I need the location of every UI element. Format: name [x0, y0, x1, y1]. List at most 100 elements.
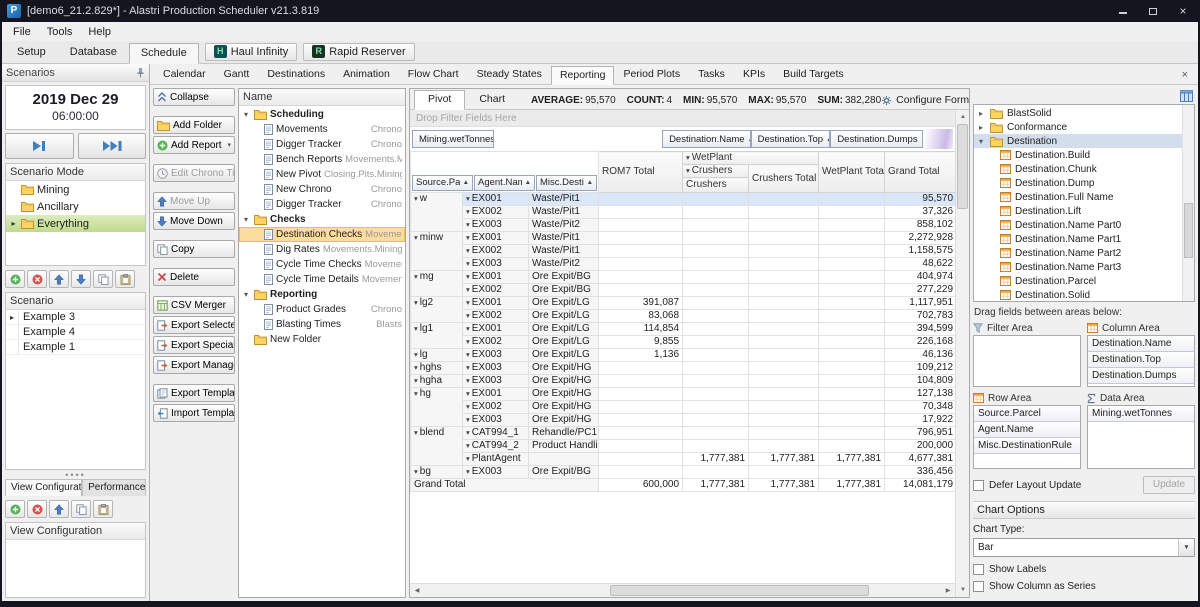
scenario-row-example-4[interactable]: Example 4 — [6, 325, 145, 340]
data-cell[interactable] — [683, 193, 749, 206]
area-field-misc-destinationrule[interactable]: Misc.DestinationRule — [974, 438, 1080, 454]
data-cell[interactable] — [599, 193, 683, 206]
collapse-icon[interactable]: ▾ — [414, 363, 418, 372]
data-cell[interactable]: 14,081,179 — [885, 479, 957, 492]
data-cell[interactable]: 200,000 — [885, 440, 957, 453]
area-row-box[interactable]: Source.ParcelAgent.NameMisc.DestinationR… — [973, 405, 1081, 469]
data-cell[interactable]: 104,809 — [885, 375, 957, 388]
pin-icon[interactable] — [136, 67, 145, 78]
row-header-agent[interactable]: ▾EX001 — [463, 193, 529, 206]
row-header-agent[interactable]: ▾CAT994_1 — [463, 427, 529, 440]
collapse-icon[interactable]: ▾ — [466, 311, 470, 320]
data-cell[interactable] — [819, 232, 885, 245]
data-cell[interactable]: 17,922 — [885, 414, 957, 427]
data-cell[interactable] — [683, 206, 749, 219]
pivot-tab-pivot[interactable]: Pivot — [414, 90, 465, 110]
data-cell[interactable] — [749, 427, 819, 440]
maximize-button[interactable] — [1138, 0, 1168, 22]
collapse-icon[interactable]: ▾ — [414, 350, 418, 359]
data-cell[interactable]: 127,138 — [885, 388, 957, 401]
data-cell[interactable] — [599, 375, 683, 388]
collapse-icon[interactable]: ▾ — [466, 324, 470, 333]
expander-icon[interactable]: ▾ — [976, 137, 986, 146]
data-cell[interactable] — [749, 440, 819, 453]
col-header-wetplant-total[interactable]: WetPlant Total — [819, 152, 885, 193]
collapse-icon[interactable]: ▾ — [466, 285, 470, 294]
data-cell[interactable] — [599, 206, 683, 219]
data-cell[interactable] — [819, 401, 885, 414]
column-chip-destination-top[interactable]: Destination.Top▲ — [751, 130, 831, 148]
area-filter-box[interactable] — [973, 335, 1081, 387]
tree-report-blasting-times[interactable]: Blasting TimesBlasts — [239, 317, 405, 332]
tree-report-movements[interactable]: MovementsChrono — [239, 122, 405, 137]
data-cell[interactable]: 37,326 — [885, 206, 957, 219]
data-cell[interactable]: 336,456 — [885, 466, 957, 479]
delete-button[interactable]: Delete — [153, 268, 235, 286]
area-field-agent-name[interactable]: Agent.Name — [974, 422, 1080, 438]
vertical-scrollbar[interactable]: ▲ ▼ — [955, 110, 969, 597]
menu-help[interactable]: Help — [80, 24, 119, 40]
scenario-mode-everything[interactable]: ▸Everything — [6, 215, 145, 232]
area-data-box[interactable]: Mining.wetTonnes — [1087, 405, 1195, 469]
data-cell[interactable]: 83,068 — [599, 310, 683, 323]
row-header-destination[interactable]: Ore Expit/LG — [529, 336, 599, 349]
csv-merger-button[interactable]: CSV Merger — [153, 296, 235, 314]
data-cell[interactable] — [749, 336, 819, 349]
data-cell[interactable] — [819, 375, 885, 388]
expander-icon[interactable]: ▾ — [241, 290, 251, 299]
row-header-agent[interactable]: ▾EX001 — [463, 232, 529, 245]
data-cell[interactable] — [819, 336, 885, 349]
row-header-destination[interactable]: Rehandle/PC1 — [529, 427, 599, 440]
row-header-agent[interactable]: ▾EX001 — [463, 297, 529, 310]
data-cell[interactable]: 226,168 — [885, 336, 957, 349]
data-cell[interactable] — [819, 414, 885, 427]
tree-report-destination-checks[interactable]: Destination ChecksMovements.Mining — [239, 227, 405, 242]
data-cell[interactable] — [683, 362, 749, 375]
tree-folder-new-folder[interactable]: New Folder — [239, 332, 405, 347]
data-cell[interactable] — [819, 310, 885, 323]
show-labels-checkbox[interactable] — [973, 564, 984, 575]
data-cell[interactable] — [683, 375, 749, 388]
show-column-as-series-checkbox[interactable] — [973, 581, 984, 592]
data-cell[interactable]: 702,783 — [885, 310, 957, 323]
chart-type-select[interactable]: Bar ▼ — [973, 538, 1195, 557]
data-cell[interactable]: 2,272,928 — [885, 232, 957, 245]
field-folder-conformance[interactable]: ▸Conformance — [974, 120, 1182, 134]
tree-report-digger-tracker[interactable]: Digger TrackerChrono — [239, 137, 405, 152]
data-cell[interactable]: 394,599 — [885, 323, 957, 336]
tree-folder-reporting[interactable]: ▾Reporting — [239, 287, 405, 302]
collapse-icon[interactable]: ▾ — [414, 298, 418, 307]
tree-report-cycle-time-checks[interactable]: Cycle Time ChecksMovements.Mining — [239, 257, 405, 272]
data-cell[interactable] — [599, 453, 683, 466]
collapse-icon[interactable]: ▾ — [414, 467, 418, 476]
field-item-destination-chunk[interactable]: Destination.Chunk — [974, 162, 1182, 176]
tab-database[interactable]: Database — [58, 42, 129, 63]
row-header-agent[interactable]: ▾EX003 — [463, 219, 529, 232]
data-cell[interactable] — [749, 388, 819, 401]
report-tab-animation[interactable]: Animation — [334, 65, 399, 84]
row-header-destination[interactable]: Waste/Pit2 — [529, 258, 599, 271]
area-field-destination-dumps[interactable]: Destination.Dumps — [1088, 368, 1194, 384]
row-header-agent[interactable]: ▾EX003 — [463, 258, 529, 271]
report-tab-calendar[interactable]: Calendar — [154, 65, 215, 84]
data-cell[interactable] — [599, 414, 683, 427]
data-cell[interactable] — [683, 258, 749, 271]
step-forward-button[interactable] — [5, 133, 74, 159]
row-header-agent[interactable]: ▾EX003 — [463, 466, 529, 479]
collapse-icon[interactable]: ▾ — [414, 428, 418, 437]
scroll-up-icon[interactable]: ▲ — [956, 110, 970, 124]
data-cell[interactable] — [599, 245, 683, 258]
minimize-button[interactable] — [1108, 0, 1138, 22]
row-header-destination[interactable]: Waste/Pit1 — [529, 193, 599, 206]
field-item-destination-name-part2[interactable]: Destination.Name Part2 — [974, 246, 1182, 260]
column-chip-destination-dumps[interactable]: Destination.Dumps▲ — [830, 130, 923, 148]
data-cell[interactable] — [749, 297, 819, 310]
row-header-destination[interactable]: Ore Expit/BG — [529, 271, 599, 284]
data-cell[interactable] — [749, 401, 819, 414]
data-cell[interactable] — [749, 284, 819, 297]
data-cell[interactable] — [599, 466, 683, 479]
vscroll-thumb[interactable] — [957, 124, 968, 209]
collapse-icon[interactable]: ▾ — [466, 207, 470, 216]
field-tree-scrollbar[interactable] — [1182, 105, 1194, 301]
collapse-button[interactable]: Collapse — [153, 88, 235, 106]
